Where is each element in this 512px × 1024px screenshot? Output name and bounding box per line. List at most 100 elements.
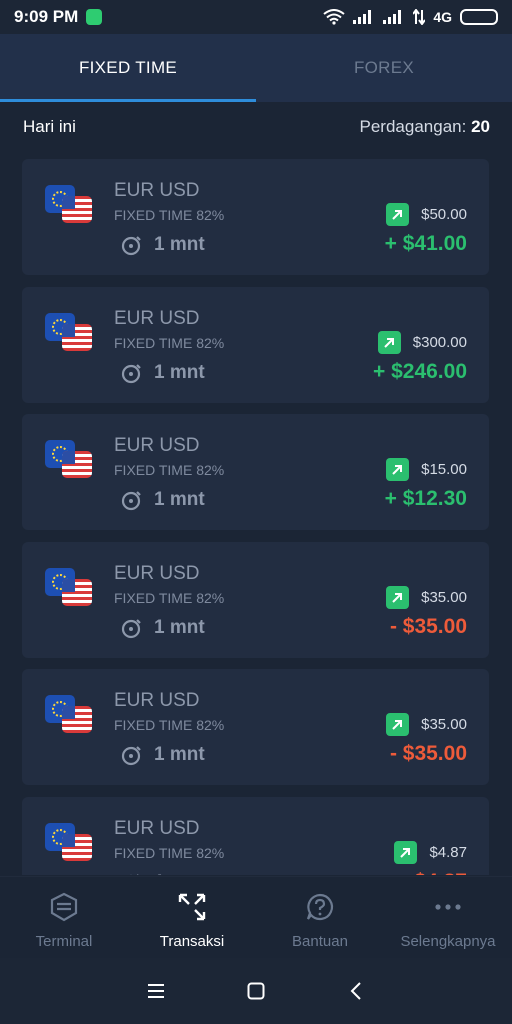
status-time: 9:09 PM xyxy=(14,7,79,26)
investment-amount: $35.00 xyxy=(421,588,467,606)
timer-icon xyxy=(121,746,141,766)
trade-card[interactable]: EUR USD FIXED TIME 82% 1 mnt $15.00 + $1… xyxy=(22,414,489,530)
investment-amount: $50.00 xyxy=(421,206,467,223)
nav-terminal[interactable]: Terminal xyxy=(0,877,128,959)
trade-mode: FIXED TIME 82% xyxy=(114,717,225,733)
status-bar: 9:09 PM 4G xyxy=(0,0,512,34)
trade-mode: FIXED TIME 82% xyxy=(114,844,225,861)
back-icon[interactable] xyxy=(344,979,368,1003)
android-notification-icon xyxy=(86,9,103,25)
us-flag-icon xyxy=(62,706,92,733)
trade-result: + $12.30 xyxy=(384,487,467,510)
arrow-up-right-icon xyxy=(394,840,418,864)
arrow-up-right-icon xyxy=(386,585,410,609)
trade-amount-row: $50.00 xyxy=(386,203,467,226)
timer-icon xyxy=(121,618,141,638)
trade-list[interactable]: EUR USD FIXED TIME 82% 1 mnt $50.00 + $4… xyxy=(22,159,489,875)
investment-amount: $35.00 xyxy=(421,716,467,733)
duration-value: 1 mnt xyxy=(154,744,205,765)
trade-amount-row: $15.00 xyxy=(386,458,467,481)
tab-label: FIXED TIME xyxy=(78,58,178,77)
tab-bar: FIXED TIME FOREX xyxy=(0,34,512,102)
nav-label: Terminal xyxy=(35,933,93,950)
nav-more[interactable]: Selengkapnya xyxy=(384,877,512,959)
wifi-icon xyxy=(323,9,345,25)
data-transfer-icon xyxy=(413,9,426,25)
timer-icon xyxy=(121,236,141,256)
nav-label: Selengkapnya xyxy=(400,933,496,950)
currency-pair: EUR USD xyxy=(114,817,200,839)
trade-duration: 1 mnt xyxy=(120,871,205,876)
currency-pair-flags xyxy=(45,185,93,227)
trade-amount-row: $300.00 xyxy=(377,330,467,354)
trade-mode: FIXED TIME 82% xyxy=(114,589,225,606)
duration-value: 1 mnt xyxy=(154,234,205,255)
currency-pair: EUR USD xyxy=(114,435,200,456)
timer-icon xyxy=(121,491,141,511)
trade-result: + $246.00 xyxy=(372,359,467,383)
transactions-icon xyxy=(176,891,208,923)
trade-mode: FIXED TIME 82% xyxy=(114,207,225,223)
us-flag-icon xyxy=(62,833,92,861)
arrow-up-right-icon xyxy=(386,713,410,736)
trade-duration: 1 mnt xyxy=(120,233,205,257)
tab-label: FOREX xyxy=(353,58,415,77)
signal-strength-icon xyxy=(383,10,405,24)
trade-duration: 1 mnt xyxy=(120,488,205,512)
date-filter-label: Hari ini xyxy=(23,117,76,136)
menu-icon[interactable] xyxy=(144,979,168,1003)
trade-card[interactable]: EUR USD FIXED TIME 82% 1 mnt $35.00 - $3… xyxy=(22,541,489,658)
nav-label: Transaksi xyxy=(159,933,225,950)
currency-pair: EUR USD xyxy=(114,180,200,201)
bottom-navigation: Terminal Transaksi Bantuan Selengkapnya xyxy=(0,876,512,958)
trade-count: Perdagangan: 20 xyxy=(360,117,490,137)
trade-duration: 1 mnt xyxy=(120,361,205,385)
currency-pair-flags xyxy=(45,822,93,865)
trade-card[interactable]: EUR USD FIXED TIME 82% 1 mnt $300.00 + $… xyxy=(22,286,489,403)
timer-icon xyxy=(121,363,141,383)
currency-pair: EUR USD xyxy=(114,307,200,329)
terminal-icon xyxy=(48,891,80,923)
tab-fixed-time[interactable]: FIXED TIME xyxy=(0,34,256,102)
trade-duration: 1 mnt xyxy=(120,743,205,767)
trade-mode: FIXED TIME 82% xyxy=(114,334,225,351)
trade-count-label: Perdagangan: xyxy=(359,117,467,136)
nav-help[interactable]: Bantuan xyxy=(256,877,384,959)
duration-value: 1 mnt xyxy=(154,872,205,876)
home-icon[interactable] xyxy=(244,979,268,1003)
help-icon xyxy=(304,891,336,923)
trade-result: - $35.00 xyxy=(389,614,467,638)
currency-pair: EUR USD xyxy=(114,690,200,711)
trade-card[interactable]: EUR USD FIXED TIME 82% 1 mnt $35.00 - $3… xyxy=(22,669,489,785)
currency-pair-flags xyxy=(45,312,93,355)
nav-transactions[interactable]: Transaksi xyxy=(128,877,256,959)
more-icon xyxy=(432,891,464,923)
signal-strength-icon xyxy=(353,10,375,24)
trade-duration: 1 mnt xyxy=(120,616,205,640)
trade-result: + $41.00 xyxy=(384,232,467,255)
investment-amount: $15.00 xyxy=(421,461,467,478)
trade-result: - $35.00 xyxy=(389,742,467,765)
system-navigation-bar xyxy=(0,958,512,1024)
battery-icon xyxy=(460,9,498,25)
tab-forex[interactable]: FOREX xyxy=(256,34,512,102)
investment-amount: $4.87 xyxy=(429,843,467,861)
currency-pair-flags xyxy=(45,567,93,610)
trade-mode: FIXED TIME 82% xyxy=(114,462,225,478)
trade-card[interactable]: EUR USD FIXED TIME 82% 1 mnt $4.87 - $4.… xyxy=(22,796,489,876)
us-flag-icon xyxy=(62,196,92,223)
duration-value: 1 mnt xyxy=(154,616,205,638)
currency-pair: EUR USD xyxy=(114,562,200,584)
trade-card[interactable]: EUR USD FIXED TIME 82% 1 mnt $50.00 + $4… xyxy=(22,159,489,275)
duration-value: 1 mnt xyxy=(154,489,205,510)
trade-result: - $4.87 xyxy=(402,870,467,876)
arrow-up-right-icon xyxy=(386,203,410,226)
duration-value: 1 mnt xyxy=(154,361,205,383)
trade-amount-row: $4.87 xyxy=(394,840,467,864)
currency-pair-flags xyxy=(45,440,93,482)
trade-count-value: 20 xyxy=(471,117,490,136)
trade-amount-row: $35.00 xyxy=(386,585,467,609)
trade-summary: Hari ini Perdagangan: 20 xyxy=(0,102,512,152)
status-indicators: 4G xyxy=(323,9,498,25)
us-flag-icon xyxy=(62,323,92,351)
